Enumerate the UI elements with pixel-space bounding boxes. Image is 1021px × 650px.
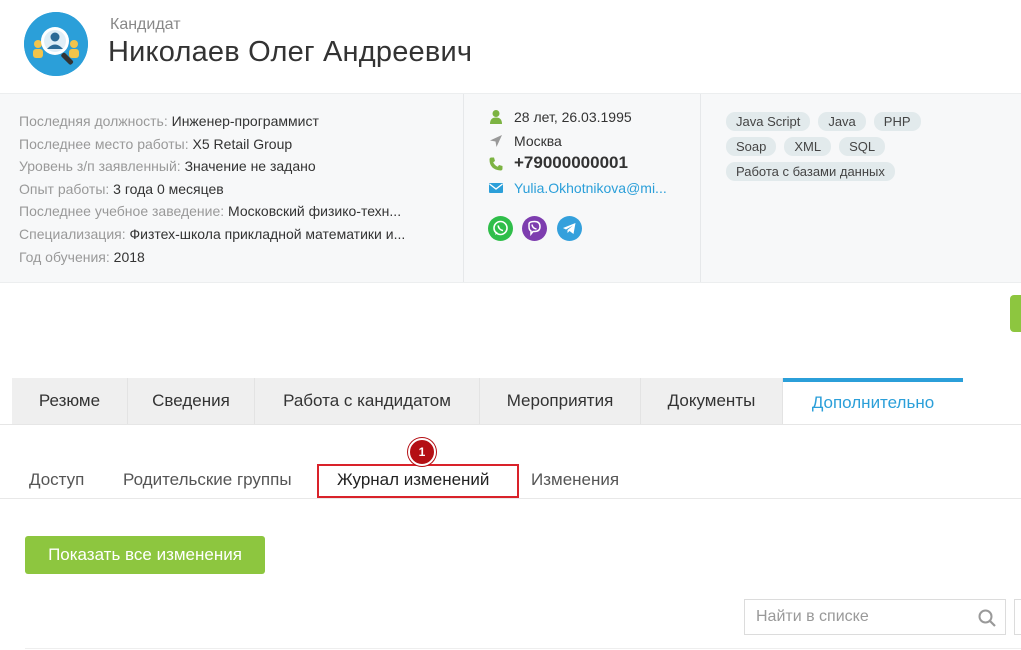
action-button-edge[interactable] [1010,295,1021,332]
age-row: 28 лет, 26.03.1995 [488,107,688,131]
search-input[interactable]: Найти в списке [744,599,1006,635]
phone-number[interactable]: +79000000001 [514,153,628,173]
skill-tag: XML [784,137,832,156]
whatsapp-icon[interactable] [488,216,513,241]
age-birthdate: 28 лет, 26.03.1995 [514,109,632,125]
candidate-details: Последняя должность: Инженер-программист… [19,110,449,268]
email-row: Yulia.Okhotnikova@mi... [488,178,688,202]
info-row-workplace: Последнее место работы: X5 Retail Group [19,135,293,152]
envelope-icon [489,182,503,193]
candidate-contacts: 28 лет, 26.03.1995 Москва +79000000001 Y… [488,107,688,201]
search-placeholder: Найти в списке [756,608,869,625]
phone-icon [489,157,503,171]
tab-resume[interactable]: Резюме [12,378,128,424]
skill-tag: SQL [839,137,886,156]
phone-row: +79000000001 [488,153,688,178]
city-row: Москва [488,131,688,155]
list-divider [25,648,1021,649]
viber-icon[interactable] [522,216,548,241]
step-marker: 1 [408,438,436,466]
column-divider [463,94,464,282]
candidate-search-icon [24,12,88,76]
messengers [488,216,587,242]
tab-events[interactable]: Мероприятия [480,378,641,424]
info-row-study-year: Год обучения: 2018 [19,248,145,265]
tab-candidate-work[interactable]: Работа с кандидатом [255,378,480,424]
column-divider [700,94,701,282]
subtab-changes[interactable]: Изменения [531,470,619,490]
email-link[interactable]: Yulia.Okhotnikova@mi... [514,178,667,198]
candidate-header: Кандидат Николаев Олег Андреевич [0,0,1021,93]
tabs-divider [0,424,1021,425]
skill-tags: Java Script Java PHP Soap XML SQL Работа с б… [726,112,986,187]
show-all-changes-button[interactable]: Показать все изменения [25,536,265,574]
skill-tag: Soap [726,137,777,156]
tab-details[interactable]: Сведения [128,378,255,424]
search-icon[interactable] [977,608,997,628]
info-row-position: Последняя должность: Инженер-программист [19,113,319,129]
skill-tag: Работа с базами данных [726,162,895,181]
highlight-box [317,464,519,498]
candidate-info-band: Последняя должность: Инженер-программист… [0,93,1021,283]
tab-documents[interactable]: Документы [641,378,783,424]
info-row-experience: Опыт работы: 3 года 0 месяцев [19,180,224,197]
tab-additional[interactable]: Дополнительно [783,378,963,424]
info-row-specialization: Специализация: Физтех-школа прикладной м… [19,225,406,242]
location-arrow-icon [490,134,502,147]
skill-tag: PHP [873,112,921,131]
person-icon [490,110,502,124]
filter-box-edge[interactable] [1014,599,1021,635]
skill-tag: Java [818,112,866,131]
subtab-access[interactable]: Доступ [29,470,84,490]
info-row-university: Последнее учебное заведение: Московский … [19,203,402,220]
subtab-parent-groups[interactable]: Родительские группы [123,470,292,490]
candidate-page: Кандидат Николаев Олег Андреевич Последн… [0,0,1021,650]
city: Москва [514,132,562,149]
candidate-kind-label: Кандидат [110,16,181,33]
subtabs-divider [0,498,1021,499]
info-row-salary: Уровень з/п заявленный: Значение не зада… [19,158,316,175]
candidate-name: Николаев Олег Андреевич [108,36,473,68]
skill-tag: Java Script [726,112,811,131]
telegram-icon[interactable] [556,216,582,241]
